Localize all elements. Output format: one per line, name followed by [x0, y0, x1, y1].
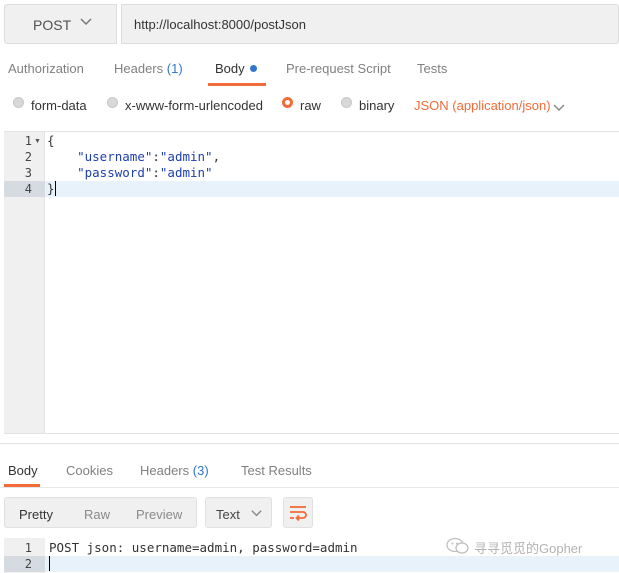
request-body-editor[interactable]: 1 ▼ 2 3 4 { "username":"admin", "passwor… [4, 131, 619, 434]
response-code-line: POST json: username=admin, password=admi… [49, 540, 358, 555]
wrap-lines-button[interactable] [283, 497, 313, 528]
response-tab-test-results[interactable]: Test Results [241, 463, 312, 478]
pretty-button[interactable]: Pretty [19, 507, 53, 522]
code-text: { [47, 133, 55, 148]
tab-tests[interactable]: Tests [417, 61, 447, 76]
line-number: 2 [24, 150, 32, 164]
response-code-line [49, 556, 50, 572]
method-label: POST [33, 17, 72, 33]
line-number: 4 [24, 182, 32, 196]
request-url-bar: POST http://localhost:8000/postJson [4, 4, 619, 44]
option-form-data[interactable]: form-data [31, 98, 87, 113]
radio-form-data[interactable] [13, 97, 24, 108]
code-text: , [212, 149, 221, 164]
format-select[interactable]: Text [205, 497, 272, 528]
wrap-lines-icon [290, 506, 307, 522]
code-line: "username":"admin", [47, 149, 220, 165]
code-text: } [47, 181, 55, 196]
tab-pre-request-script[interactable]: Pre-request Script [286, 61, 391, 76]
response-active-line-highlight [45, 556, 619, 572]
code-string: "admin" [159, 149, 213, 164]
radio-binary[interactable] [341, 97, 352, 108]
pane-divider[interactable] [0, 443, 619, 444]
radio-x-www-form-urlencoded[interactable] [107, 97, 118, 108]
response-tab-underline [4, 484, 40, 487]
request-tabs: Authorization Headers (1) Body Pre-reque… [0, 50, 619, 86]
watermark: 寻寻觅觅的Gopher [446, 537, 582, 556]
method-select[interactable]: POST [4, 4, 117, 44]
code-line: } [47, 181, 56, 197]
raw-button[interactable]: Raw [84, 507, 110, 522]
tab-authorization[interactable]: Authorization [8, 61, 84, 76]
body-indicator-dot [249, 65, 257, 72]
preview-button[interactable]: Preview [136, 507, 182, 522]
watermark-text: 寻寻觅觅的Gopher [474, 541, 583, 556]
response-tabs: Body Cookies Headers (3) Test Results [0, 454, 619, 488]
url-input[interactable]: http://localhost:8000/postJson [121, 4, 619, 44]
line-number: 2 [24, 557, 32, 571]
response-toolbar: Pretty Raw Preview Text [0, 497, 619, 529]
active-tab-underline [208, 83, 266, 86]
url-text: http://localhost:8000/postJson [134, 17, 307, 32]
response-tab-body[interactable]: Body [8, 463, 38, 478]
response-headers-count: (3) [192, 463, 209, 478]
line-number: 1 [24, 541, 32, 555]
option-x-www-form-urlencoded[interactable]: x-www-form-urlencoded [125, 98, 263, 113]
response-tab-cookies[interactable]: Cookies [66, 463, 113, 478]
code-string: "username" [77, 149, 153, 164]
code-text: : [152, 149, 160, 164]
body-type-options: form-data x-www-form-urlencoded raw bina… [0, 92, 619, 120]
wechat-logo-icon [446, 537, 469, 554]
line-number: 3 [24, 166, 32, 180]
active-line-highlight [45, 181, 619, 197]
text-cursor [49, 556, 50, 571]
text-cursor [54, 181, 56, 196]
tab-headers[interactable]: Headers (1) [114, 61, 183, 76]
view-mode-group: Pretty Raw Preview [4, 497, 197, 528]
tab-body[interactable]: Body [215, 61, 257, 76]
chevron-down-icon [251, 510, 262, 517]
code-text: : [152, 165, 160, 180]
code-string: "admin" [159, 165, 213, 180]
option-binary[interactable]: binary [359, 98, 394, 113]
chevron-down-icon [80, 18, 92, 26]
format-select-label: Text [216, 507, 240, 522]
fold-arrow-icon[interactable]: ▼ [34, 138, 41, 145]
code-string: "password" [77, 165, 153, 180]
response-tab-headers[interactable]: Headers (3) [140, 463, 209, 478]
content-type-select[interactable]: JSON (application/json) [414, 98, 551, 113]
code-line: "password":"admin" [47, 165, 213, 181]
chevron-down-icon [553, 104, 565, 112]
code-line: { [47, 133, 55, 149]
option-raw[interactable]: raw [300, 98, 321, 113]
headers-count: (1) [166, 61, 183, 76]
radio-raw[interactable] [282, 97, 293, 108]
